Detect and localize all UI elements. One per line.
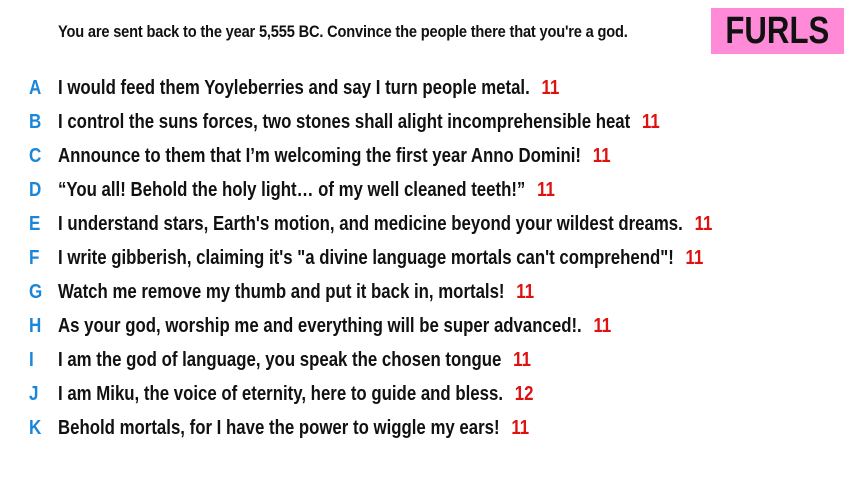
answer-letter: B <box>29 110 42 133</box>
answer-score: 11 <box>694 212 713 235</box>
answer-row: K Behold mortals, for I have the power t… <box>0 413 853 443</box>
answer-letter: F <box>29 246 40 269</box>
answer-text: I am the god of language, you speak the … <box>58 348 502 371</box>
answer-letter: A <box>29 76 42 99</box>
answer-text: I control the suns forces, two stones sh… <box>58 110 631 133</box>
question-prompt: You are sent back to the year 5,555 BC. … <box>58 22 628 41</box>
answer-row: C Announce to them that I’m welcoming th… <box>0 141 853 171</box>
answer-letter: J <box>29 382 39 405</box>
answer-text: Watch me remove my thumb and put it back… <box>58 280 505 303</box>
answer-text: I am Miku, the voice of eternity, here t… <box>58 382 503 405</box>
answer-text: As your god, worship me and everything w… <box>58 314 582 337</box>
answer-text: I write gibberish, claiming it's "a divi… <box>58 246 674 269</box>
answer-row: H As your god, worship me and everything… <box>0 311 853 341</box>
answer-score: 11 <box>685 246 704 269</box>
answer-row: G Watch me remove my thumb and put it ba… <box>0 277 853 307</box>
answer-row: B I control the suns forces, two stones … <box>0 107 853 137</box>
answer-score: 11 <box>642 110 660 133</box>
answer-letter: C <box>29 144 42 167</box>
answer-letter: G <box>29 280 43 303</box>
answer-text: I would feed them Yoyleberries and say I… <box>58 76 530 99</box>
answer-score: 11 <box>516 280 535 303</box>
answer-letter: D <box>29 178 42 201</box>
answer-text: I understand stars, Earth's motion, and … <box>58 212 683 235</box>
answer-row: E I understand stars, Earth's motion, an… <box>0 209 853 239</box>
answer-score: 11 <box>513 348 531 371</box>
answer-row: F I write gibberish, claiming it's "a di… <box>0 243 853 273</box>
player-name-badge: FURLS <box>711 8 844 54</box>
answer-row: I I am the god of language, you speak th… <box>0 345 853 375</box>
answer-row: A I would feed them Yoyleberries and say… <box>0 73 853 103</box>
answer-row: D “You all! Behold the holy light… of my… <box>0 175 853 205</box>
answer-score: 11 <box>593 314 612 337</box>
player-name: FURLS <box>725 9 830 52</box>
answer-score: 11 <box>541 76 560 99</box>
answer-row: J I am Miku, the voice of eternity, here… <box>0 379 853 409</box>
answer-score: 11 <box>537 178 555 201</box>
answer-letter: I <box>29 348 34 371</box>
answer-letter: H <box>29 314 42 337</box>
answer-text: Announce to them that I’m welcoming the … <box>58 144 582 167</box>
answer-score: 11 <box>592 144 611 167</box>
answer-text: “You all! Behold the holy light… of my w… <box>58 178 526 201</box>
answer-text: Behold mortals, for I have the power to … <box>58 416 500 439</box>
answer-score: 11 <box>511 416 530 439</box>
answer-letter: E <box>29 212 41 235</box>
answer-letter: K <box>29 416 42 439</box>
answer-score: 12 <box>514 382 534 405</box>
